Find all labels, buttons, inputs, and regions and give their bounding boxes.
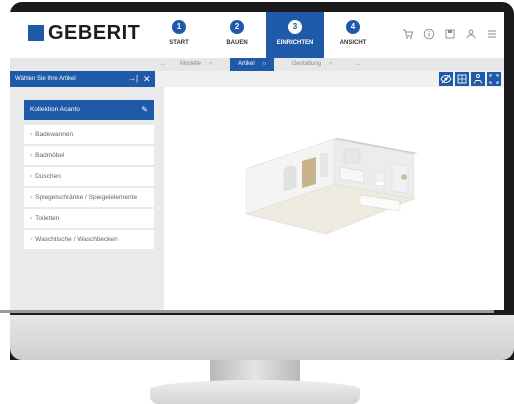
subnav-marker: ○ [262, 61, 266, 67]
category-label: Duschen [35, 173, 61, 180]
pin-panel-icon[interactable]: →| [128, 71, 138, 87]
view-buttons [439, 72, 501, 86]
chevron-right-icon: › [30, 194, 33, 201]
app-header: GEBERIT 1 START 2 BAUEN 3 EINRICHTEN 4 A… [10, 12, 504, 58]
monitor-chin [10, 315, 514, 360]
monitor-stand [210, 360, 300, 382]
step-label: EINRICHTEN [276, 40, 314, 46]
brand-name: GEBERIT [48, 22, 141, 44]
category-list: › Badewannen › Badmöbel › Duschen › Spiegels… [24, 125, 154, 251]
category-item[interactable]: › Toiletten [24, 209, 154, 228]
category-label: Spiegelschränke / Spiegelelemente [35, 194, 138, 201]
chevron-right-icon: › [30, 236, 33, 243]
pencil-icon[interactable]: ✎ [141, 100, 148, 120]
close-icon[interactable]: ✕ [143, 71, 151, 87]
category-item[interactable]: › Badewannen [24, 125, 154, 144]
step-start[interactable]: 1 START [150, 12, 208, 58]
step-bauen[interactable]: 2 BAUEN [208, 12, 266, 58]
menu-icon[interactable] [486, 28, 498, 40]
fullscreen-icon[interactable] [487, 72, 501, 86]
collection-label: Kollektion Acanto [30, 106, 80, 113]
collection-button[interactable]: Kollektion Acanto ✎ [24, 100, 154, 120]
step-ansicht[interactable]: 4 ANSICHT [324, 12, 382, 58]
floorplan-icon[interactable] [455, 72, 469, 86]
category-label: Badewannen [35, 131, 74, 138]
toolbar: Wählen Sie Ihre Artikel →| ✕ [10, 71, 504, 87]
subnav-label: Artikel [238, 61, 255, 67]
chevron-right-icon: › [30, 152, 33, 159]
screen-scrollbar[interactable] [0, 310, 494, 313]
category-item[interactable]: › Waschtische / Waschbecken [24, 230, 154, 249]
subnav-label: Modelle [180, 61, 202, 67]
header-tools [402, 28, 498, 40]
category-item[interactable]: › Duschen [24, 167, 154, 186]
chevron-right-icon: › [30, 215, 33, 222]
info-icon[interactable] [423, 28, 435, 40]
step-number: 4 [346, 20, 360, 34]
step-number: 1 [172, 20, 186, 34]
subnav-item-gestaltung[interactable]: Gestaltung ○ [292, 58, 332, 71]
step-label: ANSICHT [339, 40, 367, 46]
article-sidebar: Kollektion Acanto ✎ › Badewannen › Badmöbe… [10, 87, 164, 310]
category-label: Badmöbel [35, 152, 65, 159]
step-einrichten[interactable]: 3 EINRICHTEN [266, 12, 324, 58]
panel-title: Wählen Sie Ihre Artikel [15, 76, 76, 82]
category-item[interactable]: › Badmöbel [24, 146, 154, 165]
cart-icon[interactable] [402, 28, 414, 40]
eye-icon[interactable] [439, 72, 453, 86]
monitor-base [150, 380, 360, 404]
user-icon[interactable] [465, 28, 477, 40]
brand-logo[interactable]: GEBERIT [28, 23, 140, 43]
step-number: 2 [230, 20, 244, 34]
category-label: Waschtische / Waschbecken [35, 236, 118, 243]
3d-viewport[interactable] [164, 87, 504, 310]
subnav-prev-arrow[interactable]: ← [160, 58, 166, 71]
save-icon[interactable] [444, 28, 456, 40]
chevron-right-icon: › [30, 173, 33, 180]
step-label: START [169, 40, 189, 46]
logo-mark [28, 25, 44, 41]
subnav-marker: ○ [208, 61, 213, 67]
panel-header: Wählen Sie Ihre Artikel →| ✕ [10, 71, 155, 87]
step-label: BAUEN [226, 40, 248, 46]
step-number: 3 [288, 20, 302, 34]
subnav-item-artikel[interactable]: Artikel ○ [230, 58, 274, 71]
sub-navigation: ← Modelle ○ Artikel ○ Gestaltung ○ → [10, 58, 504, 71]
subnav-label: Gestaltung [292, 61, 322, 67]
subnav-marker: ○ [328, 61, 333, 67]
category-item[interactable]: › Spiegelschränke / Spiegelelemente [24, 188, 154, 207]
bathroom-3d-model[interactable] [164, 87, 504, 310]
category-label: Toiletten [35, 215, 60, 222]
subnav-item-modelle[interactable]: Modelle ○ [180, 58, 212, 71]
app-screen: GEBERIT 1 START 2 BAUEN 3 EINRICHTEN 4 A… [10, 12, 504, 310]
person-icon[interactable] [471, 72, 485, 86]
step-navigation: 1 START 2 BAUEN 3 EINRICHTEN 4 ANSICHT [150, 12, 382, 58]
chevron-right-icon: › [30, 131, 33, 138]
subnav-next-arrow[interactable]: → [355, 58, 361, 71]
